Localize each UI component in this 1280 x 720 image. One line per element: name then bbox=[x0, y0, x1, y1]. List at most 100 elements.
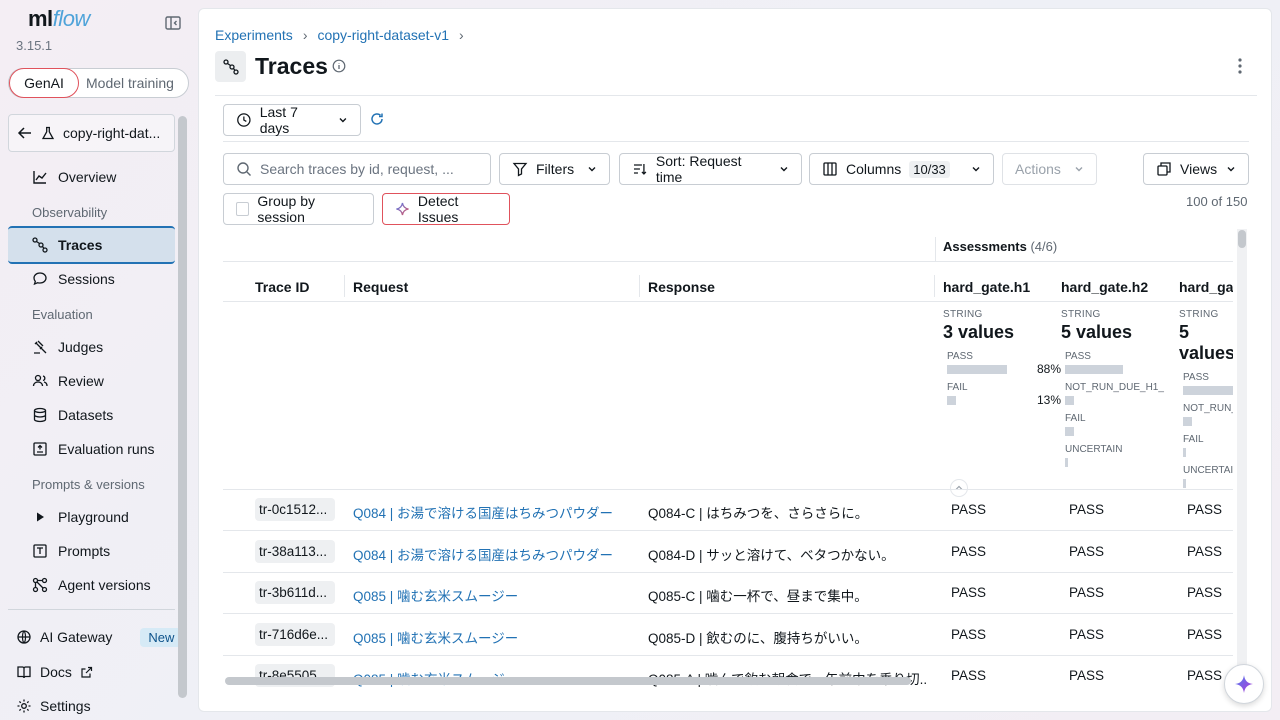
sidebar-item-overview[interactable]: Overview bbox=[8, 160, 175, 194]
sidebar-item-ai-gateway[interactable]: AI Gateway New bbox=[16, 625, 183, 649]
summary-item-row bbox=[1065, 426, 1179, 436]
table-row[interactable]: tr-716d6e... Q085 | 噛む玄米スムージー Q085-D | 飲むの… bbox=[223, 615, 1233, 656]
header-hard-gate-h3[interactable]: hard_gat bbox=[1179, 279, 1233, 295]
sidebar-item-review[interactable]: Review bbox=[8, 364, 175, 398]
sidebar-item-sessions[interactable]: Sessions bbox=[8, 262, 175, 296]
sidebar-item-judges[interactable]: Judges bbox=[8, 330, 175, 364]
table-row[interactable]: tr-0c1512... Q084 | お湯で溶ける国産はちみつパウダー Q084-… bbox=[223, 490, 1233, 531]
sidebar-item-agent-versions[interactable]: Agent versions bbox=[8, 568, 175, 602]
assessments-label: Assessments bbox=[943, 239, 1027, 254]
views-label: Views bbox=[1180, 161, 1218, 177]
version-label: 3.15.1 bbox=[16, 38, 53, 53]
sidebar-item-datasets[interactable]: Datasets bbox=[8, 398, 175, 432]
sidebar-item-label: Review bbox=[58, 373, 104, 389]
section-observability: Observability bbox=[32, 205, 108, 220]
summary-item-label: FAIL bbox=[1183, 434, 1204, 445]
assistant-button[interactable] bbox=[1224, 664, 1264, 704]
kebab-menu-icon[interactable] bbox=[1234, 57, 1246, 75]
sort-icon bbox=[633, 164, 647, 175]
arrow-left-icon[interactable] bbox=[17, 125, 33, 141]
request-cell[interactable]: Q085 | 噛む玄米スムージー bbox=[353, 627, 633, 647]
summary-type: STRING bbox=[1179, 309, 1219, 320]
detect-issues-button[interactable]: Detect Issues bbox=[382, 193, 510, 225]
table-vertical-scroll-thumb[interactable] bbox=[1238, 230, 1246, 248]
sidebar-item-evaluation-runs[interactable]: Evaluation runs bbox=[8, 432, 175, 466]
assessment-h1-cell: PASS bbox=[951, 585, 987, 600]
column-divider bbox=[934, 275, 935, 297]
sidebar-item-label: Sessions bbox=[58, 271, 115, 287]
trace-id-cell[interactable]: tr-38a113... bbox=[255, 539, 335, 563]
assessment-h2-cell: PASS bbox=[1069, 668, 1105, 683]
info-icon[interactable] bbox=[332, 59, 346, 73]
actions-button[interactable]: Actions bbox=[1002, 153, 1097, 185]
sidebar-item-prompts[interactable]: Prompts bbox=[8, 534, 175, 568]
breadcrumb-experiments[interactable]: Experiments bbox=[215, 27, 293, 43]
sidebar-scrollbar[interactable] bbox=[178, 116, 187, 698]
collapse-sidebar-icon[interactable] bbox=[164, 14, 182, 32]
filters-button[interactable]: Filters bbox=[499, 153, 610, 185]
detect-issues-label: Detect Issues bbox=[417, 193, 459, 225]
trace-id-cell[interactable]: tr-716d6e... bbox=[255, 622, 335, 646]
table-vertical-scrollbar[interactable] bbox=[1237, 229, 1247, 687]
sort-button[interactable]: Sort: Request time bbox=[619, 153, 802, 185]
sidebar-item-docs[interactable]: Docs bbox=[16, 660, 93, 684]
trace-id-cell[interactable]: tr-3b611d... bbox=[255, 581, 335, 604]
views-button[interactable]: Views bbox=[1143, 153, 1249, 185]
summary-bar bbox=[947, 395, 956, 405]
summary-item-row bbox=[1183, 478, 1233, 488]
grid-line bbox=[223, 301, 1233, 302]
column-divider bbox=[935, 237, 936, 261]
chevron-down-icon bbox=[1227, 167, 1235, 172]
table-horizontal-scrollbar[interactable] bbox=[225, 677, 911, 685]
time-range-select[interactable]: Last 7 days bbox=[223, 104, 361, 136]
assessment-h3-cell: PASS bbox=[1187, 543, 1223, 559]
experiment-name: copy-right-dat... bbox=[63, 125, 161, 141]
table-row[interactable]: tr-3b611d... Q085 | 噛む玄米スムージー Q085-C | 噛む一… bbox=[223, 573, 1233, 614]
header-hard-gate-h2[interactable]: hard_gate.h2 bbox=[1061, 279, 1148, 295]
result-count: 100 of 150 bbox=[1186, 194, 1248, 209]
summary-values: 3 values bbox=[943, 322, 1015, 342]
mode-genai[interactable]: GenAI bbox=[9, 68, 79, 98]
sidebar-item-label: Prompts bbox=[58, 543, 111, 559]
sidebar-item-label: Evaluation runs bbox=[58, 441, 155, 457]
mode-model-training[interactable]: Model training bbox=[86, 69, 174, 97]
request-cell[interactable]: Q084 | お湯で溶ける国産はちみつパウダー bbox=[353, 502, 633, 522]
summary-item-label: UNCERTAIN bbox=[1183, 465, 1233, 476]
columns-button[interactable]: Columns 10/33 bbox=[809, 153, 994, 185]
refresh-icon[interactable] bbox=[369, 111, 385, 127]
summary-bar bbox=[1065, 364, 1123, 374]
summary-type: STRING bbox=[1061, 309, 1101, 320]
header-request[interactable]: Request bbox=[353, 279, 408, 295]
sidebar-item-settings[interactable]: Settings bbox=[16, 694, 91, 718]
breadcrumb-experiment[interactable]: copy-right-dataset-v1 bbox=[317, 27, 449, 43]
trace-id-cell[interactable]: tr-0c1512... bbox=[255, 498, 335, 521]
sidebar-item-playground[interactable]: Playground bbox=[8, 500, 175, 534]
chevron-down-icon bbox=[1075, 167, 1083, 172]
sidebar: mlflow 3.15.1 GenAI Model training copy-… bbox=[0, 0, 192, 720]
header-divider bbox=[215, 95, 1257, 96]
experiment-selector[interactable]: copy-right-dat... bbox=[8, 114, 175, 152]
request-cell[interactable]: Q084 | お湯で溶ける国産はちみつパウダー bbox=[353, 544, 633, 564]
group-by-session-checkbox[interactable]: Group by session bbox=[223, 193, 374, 225]
header-response[interactable]: Response bbox=[648, 279, 715, 295]
summary-item-label: FAIL bbox=[1065, 413, 1086, 424]
page-title: Traces bbox=[255, 53, 328, 79]
toolbar-divider bbox=[223, 141, 1249, 142]
text-box-icon bbox=[33, 544, 47, 558]
table-row[interactable]: tr-38a113... Q084 | お湯で溶ける国産はちみつパウダー Q084-… bbox=[223, 532, 1233, 573]
sort-label: Sort: Request time bbox=[655, 153, 742, 185]
sidebar-item-label: Settings bbox=[40, 698, 91, 714]
sidebar-item-traces[interactable]: Traces bbox=[8, 226, 175, 264]
mlflow-logo[interactable]: mlflow bbox=[28, 6, 90, 32]
summary-item-row bbox=[1183, 416, 1233, 426]
checkbox[interactable] bbox=[236, 202, 250, 216]
header-hard-gate-h1[interactable]: hard_gate.h1 bbox=[943, 279, 1030, 295]
sidebar-item-label: Playground bbox=[58, 509, 129, 525]
response-cell: Q085-D | 飲むのに、腹持ちがいい。 bbox=[648, 630, 868, 646]
breadcrumb-separator: › bbox=[302, 27, 308, 43]
header-trace-id[interactable]: Trace ID bbox=[255, 279, 309, 295]
chevron-down-icon bbox=[972, 167, 980, 172]
summary-item-row bbox=[1065, 395, 1179, 405]
request-cell[interactable]: Q085 | 噛む玄米スムージー bbox=[353, 585, 633, 605]
search-input[interactable]: Search traces by id, request, ... bbox=[223, 153, 491, 185]
